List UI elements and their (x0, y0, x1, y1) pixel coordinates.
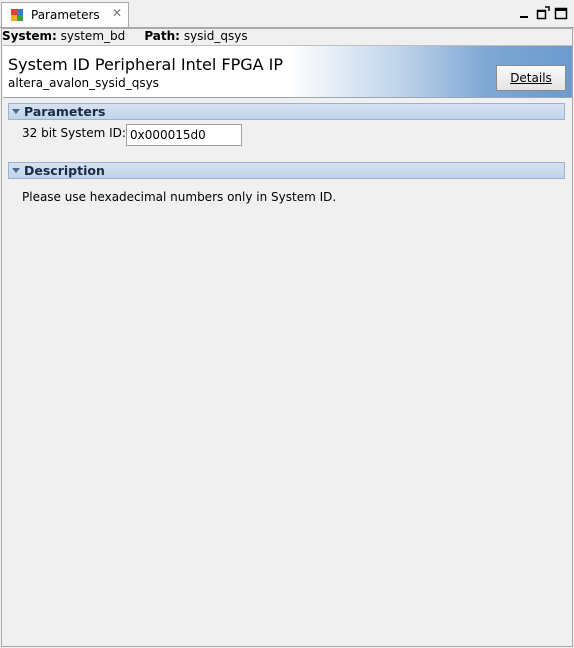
close-icon[interactable]: ✕ (112, 6, 122, 20)
system-id-input[interactable] (126, 124, 242, 146)
path-value: sysid_qsys (183, 29, 248, 43)
system-value: system_bd (60, 29, 126, 43)
parameters-section-header[interactable]: Parameters (8, 103, 565, 120)
tab-parameters[interactable]: Parameters ✕ (1, 2, 129, 27)
system-label: System: (2, 29, 57, 43)
parameters-panel (1, 28, 573, 647)
tab-bar: Parameters ✕ (0, 0, 574, 28)
page-title: System ID Peripheral Intel FPGA IP (8, 55, 284, 74)
description-section-header[interactable]: Description (8, 162, 565, 179)
chevron-down-icon (12, 109, 20, 114)
section-label: Description (24, 163, 105, 178)
path-label: Path: (144, 29, 180, 43)
parameters-icon (10, 8, 24, 22)
description-text: Please use hexadecimal numbers only in S… (22, 190, 337, 204)
detach-icon[interactable] (536, 6, 550, 20)
minimize-icon[interactable] (518, 6, 532, 20)
section-label: Parameters (24, 104, 106, 119)
breadcrumb: System: system_bd Path: sysid_qsys (2, 28, 248, 44)
ip-header: System ID Peripheral Intel FPGA IP alter… (3, 45, 572, 98)
chevron-down-icon (12, 168, 20, 173)
maximize-icon[interactable] (554, 6, 568, 20)
ip-subtitle: altera_avalon_sysid_qsys (8, 76, 159, 90)
system-id-label: 32 bit System ID: (22, 126, 126, 140)
details-button[interactable]: Details (496, 65, 566, 91)
tab-label: Parameters (31, 8, 100, 22)
